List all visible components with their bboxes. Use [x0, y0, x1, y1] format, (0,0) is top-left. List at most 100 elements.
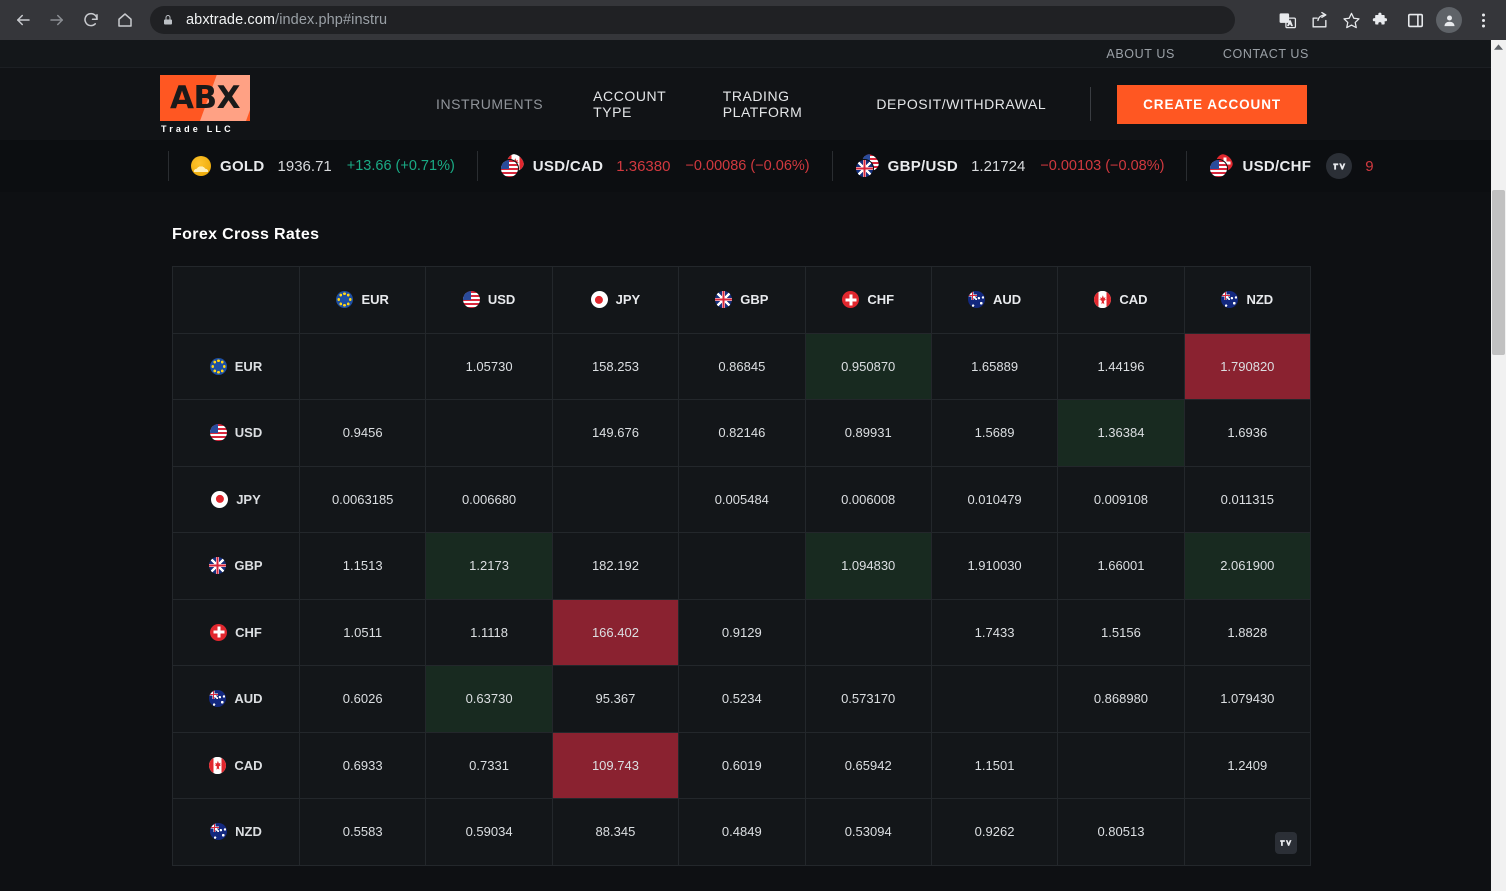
nav-item-account-type[interactable]: ACCOUNT TYPE	[593, 88, 673, 120]
ticker-item-usd-cad[interactable]: USD/CAD 1.36380 −0.00086 (−0.06%)	[477, 151, 832, 181]
rate-cell[interactable]: 1.05730	[426, 333, 552, 400]
rate-cell[interactable]	[931, 666, 1057, 733]
rate-cell[interactable]: 0.5234	[679, 666, 805, 733]
rate-cell[interactable]: 0.573170	[805, 666, 931, 733]
ticker-item-usd-chf[interactable]: USD/CHF 9	[1186, 151, 1395, 181]
rate-cell[interactable]: 1.1501	[931, 732, 1057, 799]
rate-cell[interactable]: 1.790820	[1184, 333, 1310, 400]
column-header-nzd[interactable]: NZD	[1184, 267, 1310, 334]
address-bar[interactable]: abxtrade.com/index.php#instru	[150, 6, 1235, 34]
rate-cell[interactable]: 0.65942	[805, 732, 931, 799]
rate-cell[interactable]: 2.061900	[1184, 533, 1310, 600]
nav-item-trading-platform[interactable]: TRADING PLATFORM	[723, 88, 827, 120]
row-header-aud[interactable]: AUD	[173, 666, 300, 733]
rate-cell[interactable]: 1.6936	[1184, 400, 1310, 467]
ticker-item-gold[interactable]: GOLD 1936.71 +13.66 (+0.71%)	[168, 151, 477, 181]
rate-cell[interactable]: 0.63730	[426, 666, 552, 733]
reload-icon[interactable]	[74, 3, 108, 37]
scrollbar-thumb[interactable]	[1492, 190, 1505, 355]
rate-cell[interactable]: 0.86845	[679, 333, 805, 400]
column-header-chf[interactable]: CHF	[805, 267, 931, 334]
nav-item-deposit-withdrawal[interactable]: DEPOSIT/WITHDRAWAL	[876, 96, 1046, 112]
column-header-jpy[interactable]: JPY	[552, 267, 678, 334]
rate-cell[interactable]: 0.6933	[300, 732, 426, 799]
rate-cell[interactable]: 0.82146	[679, 400, 805, 467]
page-scrollbar[interactable]	[1491, 40, 1506, 891]
rate-cell[interactable]: 182.192	[552, 533, 678, 600]
rate-cell[interactable]: 0.59034	[426, 799, 552, 866]
rate-cell[interactable]: 1.079430	[1184, 666, 1310, 733]
row-header-gbp[interactable]: GBP	[173, 533, 300, 600]
site-logo[interactable]: ABX Trade LLC	[160, 75, 250, 134]
rate-cell[interactable]: 0.4849	[679, 799, 805, 866]
rate-cell[interactable]: 1.910030	[931, 533, 1057, 600]
rate-cell[interactable]: 0.7331	[426, 732, 552, 799]
rate-cell[interactable]: 0.010479	[931, 466, 1057, 533]
rate-cell[interactable]	[300, 333, 426, 400]
rate-cell[interactable]: 0.009108	[1058, 466, 1184, 533]
rate-cell[interactable]: 1.094830	[805, 533, 931, 600]
rate-cell[interactable]: 0.9262	[931, 799, 1057, 866]
star-icon[interactable]	[1336, 5, 1366, 35]
rate-cell[interactable]	[1058, 732, 1184, 799]
row-header-nzd[interactable]: NZD	[173, 799, 300, 866]
rate-cell[interactable]: 166.402	[552, 599, 678, 666]
column-header-aud[interactable]: AUD	[931, 267, 1057, 334]
row-header-jpy[interactable]: JPY	[173, 466, 300, 533]
column-header-usd[interactable]: USD	[426, 267, 552, 334]
rate-cell[interactable]: 149.676	[552, 400, 678, 467]
rate-cell[interactable]	[805, 599, 931, 666]
rate-cell[interactable]	[552, 466, 678, 533]
rate-cell[interactable]: 0.5583	[300, 799, 426, 866]
rate-cell[interactable]: 109.743	[552, 732, 678, 799]
three-dot-menu-icon[interactable]	[1468, 5, 1498, 35]
rate-cell[interactable]: 1.66001	[1058, 533, 1184, 600]
rate-cell[interactable]: 1.2409	[1184, 732, 1310, 799]
share-icon[interactable]	[1304, 5, 1334, 35]
rate-cell[interactable]: 1.2173	[426, 533, 552, 600]
rate-cell[interactable]: 0.0063185	[300, 466, 426, 533]
ticker-item-gbp-usd[interactable]: GBP/USD 1.21724 −0.00103 (−0.08%)	[832, 151, 1187, 181]
rate-cell[interactable]: 0.89931	[805, 400, 931, 467]
rate-cell[interactable]: 1.8828	[1184, 599, 1310, 666]
create-account-button[interactable]: CREATE ACCOUNT	[1117, 85, 1307, 124]
scrollbar-up-arrow[interactable]	[1491, 40, 1506, 55]
rate-cell[interactable]: 1.7433	[931, 599, 1057, 666]
puzzle-icon[interactable]	[1366, 5, 1396, 35]
rate-cell[interactable]: 0.005484	[679, 466, 805, 533]
rate-cell[interactable]: 0.006680	[426, 466, 552, 533]
rate-cell[interactable]: 0.9129	[679, 599, 805, 666]
translate-icon[interactable]: 文A	[1272, 5, 1302, 35]
side-panel-icon[interactable]	[1400, 5, 1430, 35]
rate-cell[interactable]: 1.0511	[300, 599, 426, 666]
rate-cell[interactable]: 88.345	[552, 799, 678, 866]
rate-cell[interactable]: 0.80513	[1058, 799, 1184, 866]
column-header-eur[interactable]: EUR	[300, 267, 426, 334]
rate-cell[interactable]: 1.1513	[300, 533, 426, 600]
rate-cell[interactable]: 0.6026	[300, 666, 426, 733]
rate-cell[interactable]: 158.253	[552, 333, 678, 400]
rate-cell[interactable]: 0.9456	[300, 400, 426, 467]
rate-cell[interactable]: 1.36384	[1058, 400, 1184, 467]
rate-cell[interactable]: 0.006008	[805, 466, 931, 533]
row-header-chf[interactable]: CHF	[173, 599, 300, 666]
rate-cell[interactable]: 1.5689	[931, 400, 1057, 467]
row-header-eur[interactable]: EUR	[173, 333, 300, 400]
utility-link-about-us[interactable]: ABOUT US	[1106, 47, 1174, 61]
row-header-cad[interactable]: CAD	[173, 732, 300, 799]
rate-cell[interactable]	[426, 400, 552, 467]
column-header-gbp[interactable]: GBP	[679, 267, 805, 334]
row-header-usd[interactable]: USD	[173, 400, 300, 467]
rate-cell[interactable]: 0.950870	[805, 333, 931, 400]
rate-cell[interactable]: 1.44196	[1058, 333, 1184, 400]
tradingview-logo-icon[interactable]	[1275, 832, 1297, 854]
tradingview-logo-icon[interactable]	[1326, 153, 1352, 179]
forward-arrow-icon[interactable]	[40, 3, 74, 37]
rate-cell[interactable]: 95.367	[552, 666, 678, 733]
rate-cell[interactable]: 0.011315	[1184, 466, 1310, 533]
rate-cell[interactable]: 1.5156	[1058, 599, 1184, 666]
nav-item-instruments[interactable]: INSTRUMENTS	[436, 96, 543, 112]
column-header-cad[interactable]: CAD	[1058, 267, 1184, 334]
rate-cell[interactable]: 1.65889	[931, 333, 1057, 400]
rate-cell[interactable]	[679, 533, 805, 600]
